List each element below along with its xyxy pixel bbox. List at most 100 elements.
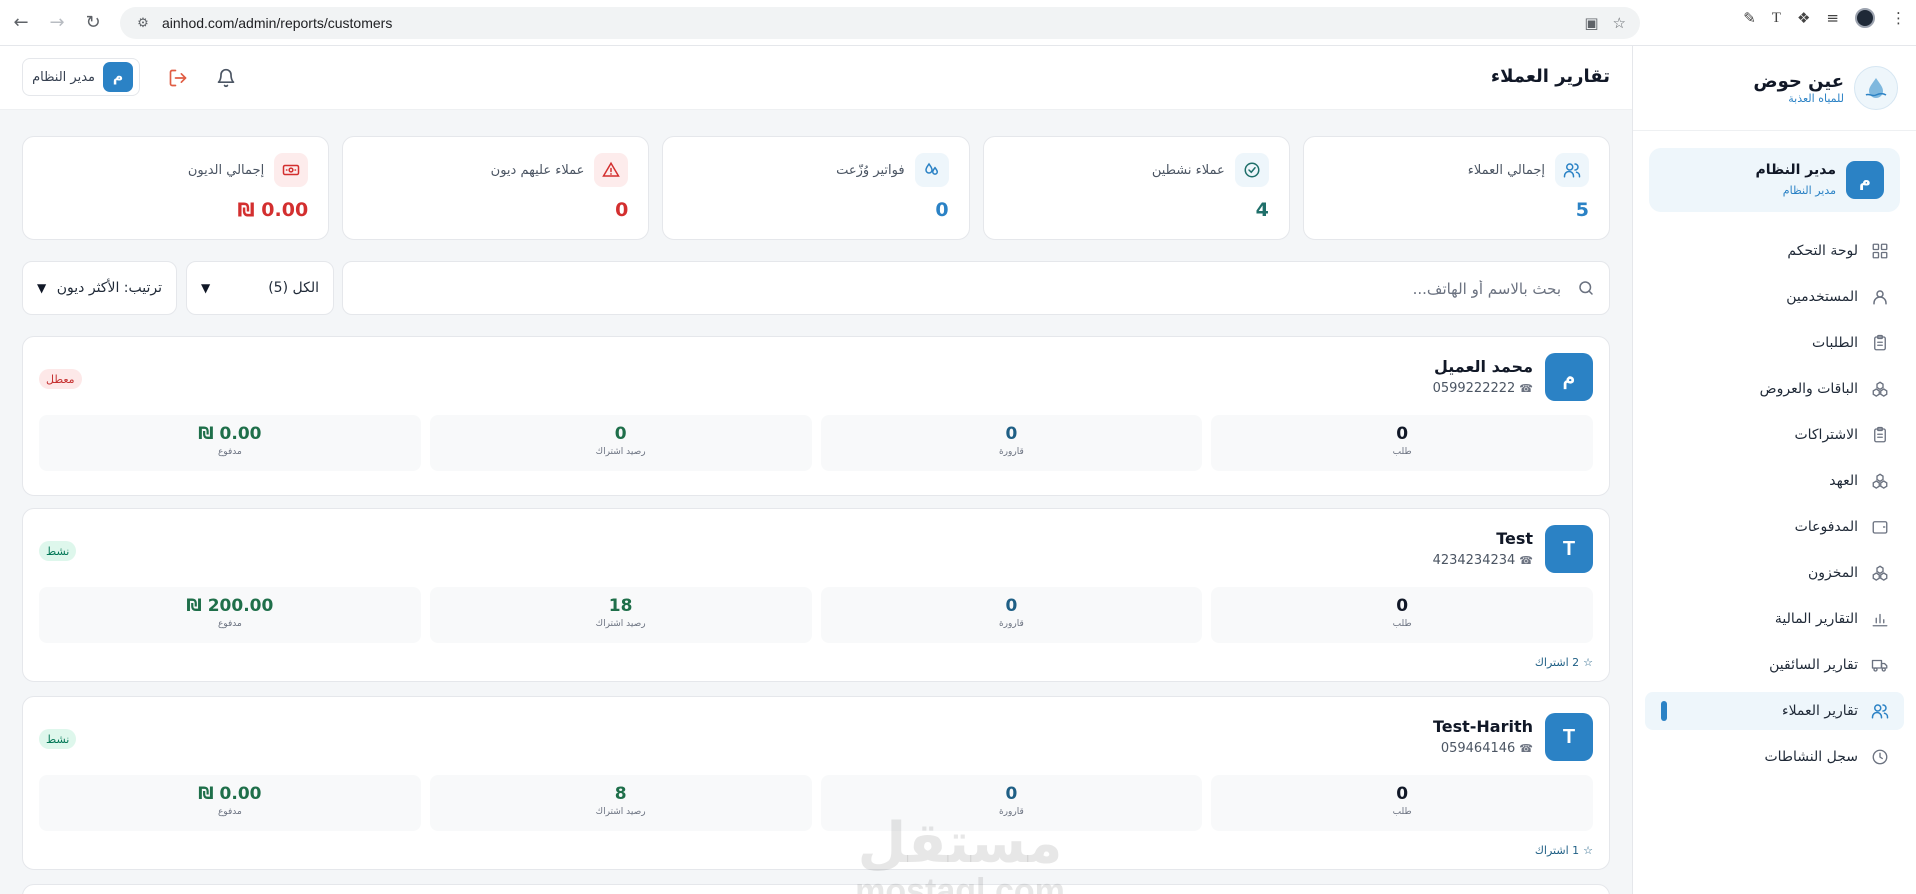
sidebar-menu: لوحة التحكم المستخدمين الطلبات الباقات والع… xyxy=(1645,232,1904,784)
browser-menu-icon[interactable]: ⋮ xyxy=(1891,9,1906,27)
sidebar-item[interactable]: المدفوعات xyxy=(1645,508,1904,546)
avatar: م xyxy=(1545,353,1593,401)
bookmark-star-icon[interactable]: ☆ xyxy=(1613,14,1626,32)
user-menu-button[interactable]: مدير النظام م xyxy=(22,58,140,96)
sidebar-item[interactable]: المستخدمين xyxy=(1645,278,1904,316)
sidebar-item[interactable]: التقارير المالية xyxy=(1645,600,1904,638)
text-extension-icon[interactable]: T xyxy=(1772,10,1781,27)
phone-icon: ☎ xyxy=(1519,382,1533,395)
top-header: تقارير العملاء مدير النظام م xyxy=(0,46,1632,110)
stat-label: إجمالي الديون xyxy=(187,163,265,178)
boxes-icon xyxy=(1870,379,1890,399)
sidebar-item-label: الاشتراكات xyxy=(1794,427,1858,443)
customer-metrics: 0 طلب 0 قارورة 0 رصيد اشتراك 0.00 ₪ مدفوع xyxy=(39,415,1593,471)
warning-icon xyxy=(594,153,629,187)
dashboard-grid-icon xyxy=(1870,241,1890,261)
stat-value: 5 xyxy=(1575,199,1589,221)
customer-card[interactable] xyxy=(22,884,1610,894)
subscriptions-label: 2 اشتراك xyxy=(1534,656,1580,669)
star-icon: ☆ xyxy=(1583,656,1593,669)
droplets-icon xyxy=(914,153,949,187)
sidebar-item-label: المخزون xyxy=(1807,565,1858,581)
sort-select[interactable]: ترتيب: الأكثر ديون ▼ xyxy=(22,261,177,315)
brand[interactable]: عين حوض للمياه العذبة xyxy=(1753,66,1898,110)
browser-toolbar: ← → ↻ ⚙ ainhod.com/admin/reports/custome… xyxy=(0,0,1916,46)
customer-phone: 4234234234 ☎ xyxy=(1433,553,1533,568)
stat-card: عملاء نشطين 4 xyxy=(982,136,1290,240)
metric-value: 18 xyxy=(608,596,633,616)
subscriptions-label: 1 اشتراك xyxy=(1534,844,1580,857)
customer-card[interactable]: م محمد العميل 0599222222 ☎ معطل 0 طلب 0 قارو… xyxy=(22,336,1610,496)
stat-label: إجمالي العملاء xyxy=(1467,163,1545,178)
metric-label: طلب xyxy=(1392,447,1412,457)
clock-icon xyxy=(1870,747,1890,767)
sidebar-item[interactable]: تقارير العملاء xyxy=(1645,692,1904,730)
metric-value: 8 xyxy=(614,784,627,804)
media-queue-icon[interactable]: ≡ xyxy=(1826,9,1839,27)
avatar: T xyxy=(1545,525,1593,573)
metric-label: طلب xyxy=(1392,807,1412,817)
sidebar-item-label: التقارير المالية xyxy=(1774,611,1858,627)
status-badge: نشط xyxy=(39,541,77,561)
sidebar-item-label: الطلبات xyxy=(1812,335,1858,351)
stat-value: 0 xyxy=(615,199,629,221)
address-bar[interactable]: ⚙ ainhod.com/admin/reports/customers ▣ ☆ xyxy=(120,7,1640,39)
metric-box: 0.00 ₪ مدفوع xyxy=(39,415,421,471)
metric-box: 0 قارورة xyxy=(820,415,1203,471)
search-input[interactable] xyxy=(381,276,1561,302)
filters-bar: الكل (5) ▼ ترتيب: الأكثر ديون ▼ xyxy=(22,261,1610,315)
metric-label: قارورة xyxy=(998,619,1024,629)
eyedropper-icon[interactable]: ✎ xyxy=(1743,9,1756,27)
phone-number: 059464146 xyxy=(1440,741,1516,756)
sidebar-item[interactable]: تقارير السائقين xyxy=(1645,646,1904,684)
chevron-down-icon: ▼ xyxy=(201,281,211,295)
phone-icon: ☎ xyxy=(1519,742,1533,755)
customer-card[interactable]: T Test-Harith 059464146 ☎ نشط 0 طلب 0 قارورة… xyxy=(22,696,1610,870)
metric-label: مدفوع xyxy=(217,447,242,457)
sidebar-item[interactable]: سجل النشاطات xyxy=(1645,738,1904,776)
sidebar-user-name: مدير النظام xyxy=(1755,162,1836,178)
bell-icon[interactable] xyxy=(216,68,236,88)
install-app-icon[interactable]: ▣ xyxy=(1584,14,1598,32)
chevron-down-icon: ▼ xyxy=(37,281,47,295)
metric-label: قارورة xyxy=(998,807,1024,817)
logout-icon[interactable] xyxy=(168,68,188,88)
back-icon[interactable]: ← xyxy=(6,8,36,38)
page-title: تقارير العملاء xyxy=(1490,66,1610,87)
sidebar-item-label: سجل النشاطات xyxy=(1764,749,1858,765)
sidebar-item[interactable]: المخزون xyxy=(1645,554,1904,592)
customer-card[interactable]: T Test 4234234234 ☎ نشط 0 طلب 0 قارورة 18 رصيد… xyxy=(22,508,1610,682)
metric-value: 0.00 ₪ xyxy=(198,424,262,444)
url-text[interactable]: ainhod.com/admin/reports/customers xyxy=(162,15,392,31)
forward-icon[interactable]: → xyxy=(42,8,72,38)
sidebar-item[interactable]: الباقات والعروض xyxy=(1645,370,1904,408)
metric-value: 0 xyxy=(1005,784,1018,804)
metric-box: 0 طلب xyxy=(1211,775,1593,831)
profile-avatar[interactable] xyxy=(1855,8,1875,28)
sidebar-item[interactable]: لوحة التحكم xyxy=(1645,232,1904,270)
metric-box: 0 قارورة xyxy=(820,775,1203,831)
sidebar: عين حوض للمياه العذبة م مدير النظام مدير… xyxy=(1632,46,1916,894)
users-icon xyxy=(1555,153,1589,187)
sidebar-user-card[interactable]: م مدير النظام مدير النظام xyxy=(1649,148,1900,212)
sidebar-item[interactable]: العهد xyxy=(1645,462,1904,500)
metric-box: 0.00 ₪ مدفوع xyxy=(39,775,421,831)
metric-value: 0.00 ₪ xyxy=(198,784,262,804)
status-filter-select[interactable]: الكل (5) ▼ xyxy=(186,261,334,315)
metric-box: 8 رصيد اشتراك xyxy=(429,775,812,831)
sidebar-item[interactable]: الاشتراكات xyxy=(1645,416,1904,454)
search-box[interactable] xyxy=(342,261,1610,315)
users-icon xyxy=(1870,701,1890,721)
extensions-icon[interactable]: ❖ xyxy=(1797,9,1810,27)
metric-label: طلب xyxy=(1392,619,1412,629)
metric-value: 0 xyxy=(1005,424,1018,444)
site-info-icon[interactable]: ⚙ xyxy=(134,14,152,32)
reload-icon[interactable]: ↻ xyxy=(78,8,108,38)
metric-box: 0 طلب xyxy=(1211,415,1593,471)
sidebar-item-label: العهد xyxy=(1829,473,1858,489)
avatar: م xyxy=(103,62,133,92)
phone-number: 0599222222 xyxy=(1432,381,1516,396)
sidebar-item[interactable]: الطلبات xyxy=(1645,324,1904,362)
customer-name: Test-Harith xyxy=(1432,717,1533,736)
stat-card: إجمالي الديون 0.00 ₪ xyxy=(21,136,330,240)
